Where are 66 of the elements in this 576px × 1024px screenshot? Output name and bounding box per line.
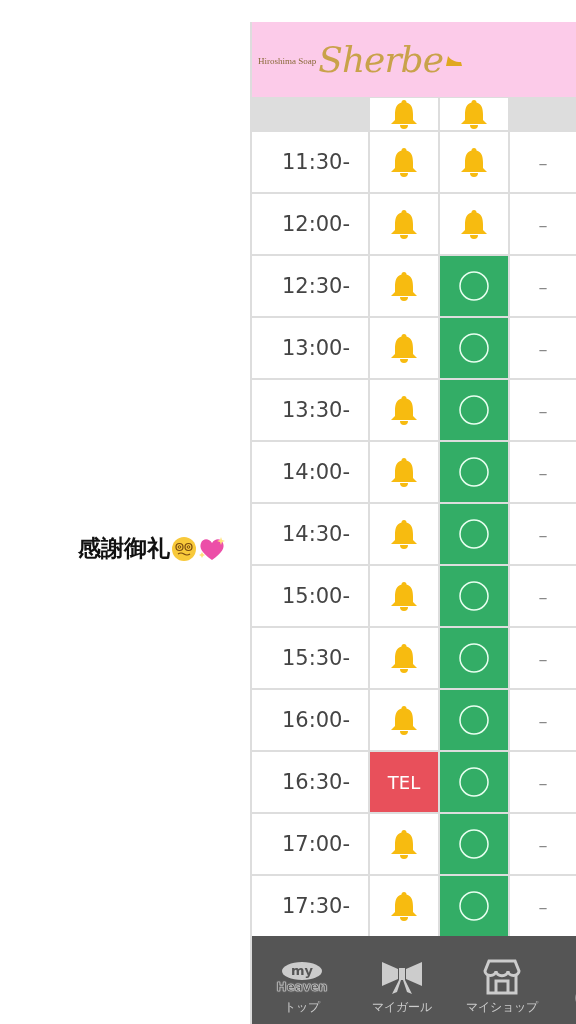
bell-icon: [459, 208, 489, 240]
dash-text: –: [538, 833, 548, 855]
circle-icon: [459, 829, 489, 859]
nav-tab[interactable]: マイショップ: [466, 999, 538, 1016]
circle-icon: [459, 643, 489, 673]
nav-tab[interactable]: トップ: [284, 999, 320, 1016]
dash-text: –: [538, 151, 548, 173]
time-cell: 14:00-: [252, 442, 368, 502]
time-cell: 16:30-: [252, 752, 368, 812]
time-cell: 15:30-: [252, 628, 368, 688]
bell-icon: [389, 704, 419, 736]
time-cell: 17:00-: [252, 814, 368, 874]
dash-text: –: [538, 213, 548, 235]
bell-icon: [389, 518, 419, 550]
dash-text: –: [538, 461, 548, 483]
bell-icon: [389, 456, 419, 488]
bell-icon: [389, 890, 419, 922]
nav-tab[interactable]: マイガール: [372, 999, 432, 1016]
time-cell: 12:30-: [252, 256, 368, 316]
heart-icon: [198, 535, 226, 562]
bell-icon: [389, 580, 419, 612]
dash-text: –: [538, 337, 548, 359]
time-cell: 11:30-: [252, 132, 368, 192]
shop-icon: [483, 959, 521, 995]
bell-icon: [389, 828, 419, 860]
circle-icon: [459, 519, 489, 549]
time-cell: 17:30-: [252, 876, 368, 936]
dash-text: –: [538, 523, 548, 545]
caption-text: 感謝御礼: [78, 534, 170, 563]
bell-icon: [459, 98, 489, 130]
time-cell: 13:30-: [252, 380, 368, 440]
bell-icon: [389, 270, 419, 302]
bell-icon: [389, 394, 419, 426]
circle-icon: [459, 333, 489, 363]
logo-bubble: my: [281, 962, 322, 980]
circle-icon: [459, 891, 489, 921]
bell-icon: [389, 146, 419, 178]
circle-icon: [459, 705, 489, 735]
dash-text: –: [538, 895, 548, 917]
bell-icon: [459, 146, 489, 178]
circle-icon: [459, 457, 489, 487]
bell-icon: [389, 208, 419, 240]
dash-text: –: [538, 585, 548, 607]
dash-text: –: [538, 399, 548, 421]
dash-text: –: [538, 709, 548, 731]
bell-icon: [389, 642, 419, 674]
dizzy-face-icon: [171, 535, 197, 562]
circle-icon: [459, 395, 489, 425]
circle-icon: [459, 581, 489, 611]
time-cell: 14:30-: [252, 504, 368, 564]
circle-icon: [459, 767, 489, 797]
time-cell: 12:00-: [252, 194, 368, 254]
ribbon-icon: [380, 959, 424, 995]
circle-icon: [459, 271, 489, 301]
time-cell: 13:00-: [252, 318, 368, 378]
bell-icon: [389, 98, 419, 130]
logo-text: Heaven: [276, 980, 328, 995]
dash-text: –: [538, 647, 548, 669]
dash-text: –: [538, 771, 548, 793]
tel-cell[interactable]: TEL: [370, 752, 438, 812]
logo-title: Sherbe: [318, 39, 443, 80]
logo-subtitle: Hiroshima Soap: [258, 55, 317, 66]
bell-icon: [389, 332, 419, 364]
time-cell: 15:00-: [252, 566, 368, 626]
dash-text: –: [538, 275, 548, 297]
time-cell: 16:00-: [252, 690, 368, 750]
